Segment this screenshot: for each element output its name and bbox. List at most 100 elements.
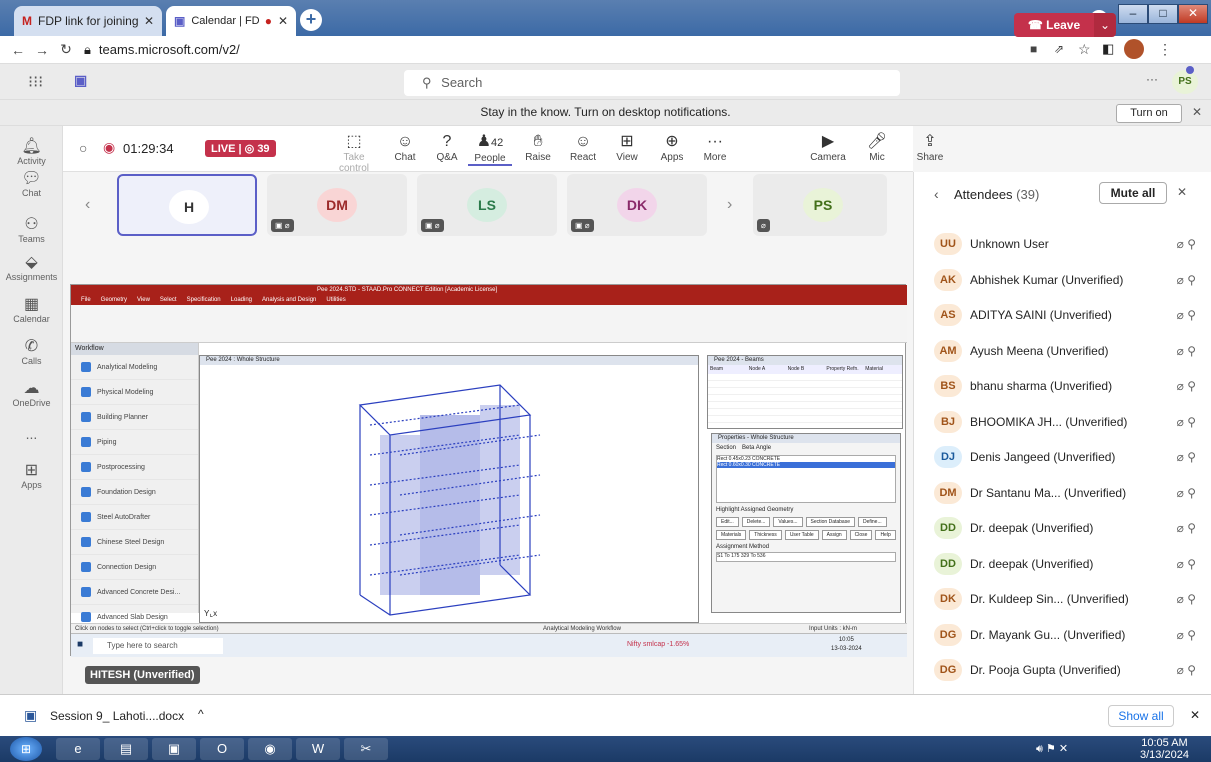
toolbar-react-button[interactable]: ☺ React: [561, 132, 605, 163]
attendee-row[interactable]: DK Dr. Kuldeep Sin... (Unverified) ⌀ ⚲: [914, 581, 1211, 617]
properties-window[interactable]: Properties - Whole Structure Section Bet…: [711, 433, 901, 613]
toolbar-people-button[interactable]: ♟42 People: [468, 132, 512, 166]
rail-calendar[interactable]: ▦ Calendar: [0, 296, 63, 324]
props-button[interactable]: Edit...: [716, 517, 739, 527]
close-tab-icon[interactable]: ✕: [278, 14, 288, 28]
staad-menu-item[interactable]: Geometry: [101, 297, 127, 303]
mute-all-button[interactable]: Mute all: [1099, 182, 1167, 204]
new-tab-button[interactable]: +: [300, 9, 322, 31]
workflow-item[interactable]: Steel AutoDrafter: [71, 505, 198, 530]
staad-menu-item[interactable]: Select: [160, 297, 177, 303]
toolbar-q-a-button[interactable]: ? Q&A: [425, 132, 469, 163]
tab-beta-angle[interactable]: Beta Angle: [742, 445, 771, 451]
toolbar-take-control-button[interactable]: ⬚ Take control: [332, 132, 376, 174]
attendee-row[interactable]: DD Dr. deepak (Unverified) ⌀ ⚲: [914, 546, 1211, 582]
close-window-button[interactable]: ✕: [1178, 4, 1208, 24]
staad-menu-item[interactable]: View: [137, 297, 150, 303]
toolbar-share-button[interactable]: ⇪ Share: [908, 132, 952, 163]
download-file[interactable]: Session 9_ Lahoti....docx: [50, 709, 184, 723]
highlight-checkbox[interactable]: Highlight Assigned Geometry: [712, 505, 900, 515]
staad-menu-item[interactable]: Utilities: [326, 297, 345, 303]
app-launcher-icon[interactable]: ⁝⁝⁝: [28, 72, 43, 92]
toolbar-apps-button[interactable]: ⊕ Apps: [650, 132, 694, 163]
props-button[interactable]: Values...: [773, 517, 803, 527]
ie-icon[interactable]: e: [56, 738, 100, 760]
beam-table-window[interactable]: Pee 2024 - Beams Beam Node A Node B Propert…: [707, 355, 903, 429]
more-options-icon[interactable]: ···: [1146, 72, 1158, 86]
rail-chat[interactable]: 💬︎ Chat: [0, 170, 63, 198]
props-button[interactable]: Define...: [858, 517, 887, 527]
attendee-row[interactable]: DJ Denis Jangeed (Unverified) ⌀ ⚲: [914, 439, 1211, 475]
tray-icons[interactable]: 🔊︎ ⚑ ✕: [1036, 742, 1068, 756]
browser-tab-fdp-link[interactable]: M FDP link for joining the session - ✕: [14, 6, 162, 36]
rail-more[interactable]: ...: [0, 426, 63, 442]
rail-onedrive[interactable]: ☁ OneDrive: [0, 380, 63, 408]
minimize-button[interactable]: –: [1118, 4, 1148, 24]
workflow-item[interactable]: Analytical Modeling: [71, 355, 198, 380]
toolbar-mic-button[interactable]: 🎤︎ Mic: [855, 132, 899, 163]
search-input[interactable]: ⚲ Search: [404, 70, 900, 96]
cast-icon[interactable]: ■: [1030, 42, 1037, 56]
close-notification-icon[interactable]: ✕: [1192, 105, 1202, 119]
workflow-item[interactable]: Postprocessing: [71, 455, 198, 480]
chrome-icon[interactable]: ◉: [248, 738, 292, 760]
workflow-item[interactable]: Connection Design: [71, 555, 198, 580]
opera-icon[interactable]: O: [200, 738, 244, 760]
user-avatar[interactable]: PS: [1172, 70, 1198, 94]
outlook-icon[interactable]: ▣: [152, 738, 196, 760]
maximize-button[interactable]: □: [1148, 4, 1178, 24]
sidebar-icon[interactable]: ◧: [1102, 41, 1114, 57]
participant-tile[interactable]: DK ▣ ⌀: [567, 174, 707, 236]
staad-menu-item[interactable]: Specification: [187, 297, 221, 303]
toolbar-chat-button[interactable]: ☺ Chat: [383, 132, 427, 163]
attendee-row[interactable]: DM Dr Santanu Ma... (Unverified) ⌀ ⚲: [914, 475, 1211, 511]
attendee-row[interactable]: AS ADITYA SAINI (Unverified) ⌀ ⚲: [914, 297, 1211, 333]
toolbar-raise-button[interactable]: ✋︎ Raise: [516, 132, 560, 163]
workflow-item[interactable]: Foundation Design: [71, 480, 198, 505]
close-tab-icon[interactable]: ✕: [144, 14, 154, 28]
staad-menu-item[interactable]: Loading: [231, 297, 252, 303]
rail-calls[interactable]: ✆ Calls: [0, 338, 63, 366]
workflow-item[interactable]: Building Planner: [71, 405, 198, 430]
chevron-up-icon[interactable]: ^: [198, 707, 204, 721]
bookmark-icon[interactable]: ☆: [1078, 41, 1091, 58]
props-button[interactable]: Close: [849, 530, 873, 540]
toolbar-view-button[interactable]: ⊞ View: [605, 132, 649, 163]
next-page-icon[interactable]: ›: [727, 196, 732, 214]
rail-assignments[interactable]: ⬙ Assignments: [0, 254, 63, 282]
workflow-item[interactable]: Physical Modeling: [71, 380, 198, 405]
rail-teams[interactable]: ⚇ Teams: [0, 216, 63, 244]
snipping-icon[interactable]: ✂: [344, 738, 388, 760]
system-clock[interactable]: 10:05 AM 3/13/2024: [1140, 737, 1189, 761]
attendee-row[interactable]: BS bhanu sharma (Unverified) ⌀ ⚲: [914, 368, 1211, 404]
toolbar-camera-button[interactable]: ▶ Camera: [806, 132, 850, 163]
explorer-icon[interactable]: ▤: [104, 738, 148, 760]
workflow-item[interactable]: Chinese Steel Design: [71, 530, 198, 555]
attendee-row[interactable]: AM Ayush Meena (Unverified) ⌀ ⚲: [914, 333, 1211, 369]
staad-menu-item[interactable]: Analysis and Design: [262, 297, 316, 303]
show-all-button[interactable]: Show all: [1108, 705, 1174, 727]
url-field[interactable]: 🔒︎ teams.microsoft.com/v2/: [84, 42, 240, 58]
menu-icon[interactable]: ⋮: [1158, 41, 1172, 58]
previous-page-icon[interactable]: ‹: [85, 196, 90, 214]
profile-avatar[interactable]: [1124, 39, 1144, 59]
attendee-row[interactable]: DG Dr. Mayank Gu... (Unverified) ⌀ ⚲: [914, 617, 1211, 653]
forward-icon[interactable]: →: [30, 42, 54, 58]
rail-activity[interactable]: 🔔︎ Activity: [0, 138, 63, 166]
section-row-selected[interactable]: Rect 0.60x0.30 CONCRETE: [717, 462, 895, 468]
props-button[interactable]: Section Database: [805, 517, 855, 527]
props-button[interactable]: Materials: [716, 530, 747, 540]
back-icon[interactable]: ‹: [934, 186, 939, 202]
attendee-row[interactable]: UU Unknown User ⌀ ⚲: [914, 226, 1211, 262]
leave-button[interactable]: ☎ Leave: [1014, 13, 1094, 37]
participant-tile[interactable]: LS ▣ ⌀: [417, 174, 557, 236]
attendee-row[interactable]: BJ BHOOMIKA JH... (Unverified) ⌀ ⚲: [914, 404, 1211, 440]
attendee-row[interactable]: DG Dr. Pooja Gupta (Unverified) ⌀ ⚲: [914, 652, 1211, 688]
turn-on-button[interactable]: Turn on: [1116, 104, 1182, 123]
assign-list-field[interactable]: S1 To 175 329 To 536: [716, 552, 896, 562]
start-button[interactable]: ⊞: [10, 737, 42, 761]
props-button[interactable]: Thickness: [749, 530, 782, 540]
workflow-item[interactable]: Piping: [71, 430, 198, 455]
word-icon[interactable]: W: [296, 738, 340, 760]
workflow-item[interactable]: Advanced Concrete Desi...: [71, 580, 198, 605]
